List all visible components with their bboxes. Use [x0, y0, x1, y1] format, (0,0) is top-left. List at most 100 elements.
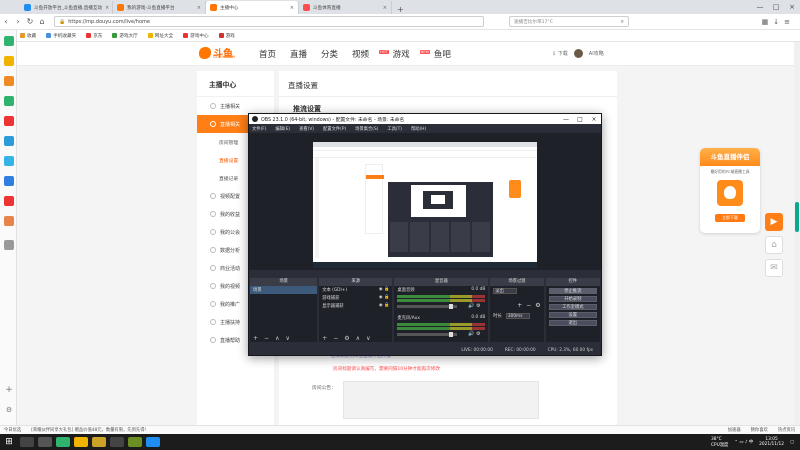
feedback-icon[interactable]: ✉ — [765, 259, 783, 277]
obs-menu-item[interactable]: 文件(F) — [252, 126, 266, 132]
bookmark-item[interactable]: 京东 — [86, 33, 102, 39]
download-icon[interactable]: ↓ — [773, 18, 779, 26]
app-icon[interactable] — [146, 437, 160, 447]
bookmark-item[interactable]: 手机收藏夹 — [46, 33, 76, 39]
duration-input[interactable]: 300ms — [505, 313, 530, 319]
play-icon[interactable]: ▶ — [765, 213, 783, 231]
tab-0[interactable]: 斗鱼开放平台_斗鱼直播,直播互动 × — [20, 1, 113, 14]
up-icon[interactable]: ∧ — [275, 335, 279, 342]
extension-icon[interactable]: ▦ — [762, 18, 769, 26]
remove-icon[interactable]: − — [333, 335, 338, 342]
source-item[interactable]: 显示器捕获 ◉ 🔒 — [319, 302, 392, 310]
volume-slider[interactable] — [397, 331, 458, 337]
sidebar-add-icon[interactable]: + — [4, 385, 14, 395]
clock[interactable]: 13:05 2021/11/12 — [759, 437, 784, 447]
promo-download-button[interactable]: 立即下载 — [715, 214, 745, 222]
nav-video[interactable]: 视频 HOT — [352, 48, 389, 60]
start-recording-button[interactable]: 开始录制 — [548, 296, 597, 302]
sidebar-app-icon[interactable] — [4, 76, 14, 86]
gear-icon[interactable]: ⚙ — [344, 335, 349, 342]
obs-menu-item[interactable]: 配置文件(P) — [323, 126, 346, 132]
home-icon[interactable]: ⌂ — [36, 17, 48, 26]
sidebar-settings-icon[interactable]: ⚙ — [4, 405, 14, 415]
folder-app-icon[interactable] — [74, 437, 88, 447]
minimize-icon[interactable]: — — [559, 116, 573, 123]
volume-slider[interactable] — [397, 303, 458, 309]
maximize-icon[interactable]: □ — [768, 3, 784, 11]
sidebar-app-icon[interactable] — [4, 116, 14, 126]
close-icon[interactable]: × — [290, 5, 294, 11]
bookmark-item[interactable]: 网址大全 — [147, 33, 173, 39]
notification-icon[interactable]: ▢ — [790, 440, 794, 445]
nav-live[interactable]: 直播 — [290, 48, 307, 60]
close-window-icon[interactable]: × — [784, 3, 800, 11]
down-icon[interactable]: ∨ — [366, 335, 370, 342]
page-scrollbar[interactable] — [794, 42, 800, 425]
nav-fishbar[interactable]: 鱼吧 — [434, 48, 451, 60]
app-icon[interactable] — [128, 437, 142, 447]
douyu-logo[interactable]: 斗鱼 DOUYU.COM — [199, 45, 235, 60]
remove-icon[interactable]: − — [264, 335, 269, 342]
maximize-icon[interactable]: □ — [573, 116, 587, 123]
download-link[interactable]: ⇩ 下载 — [552, 50, 568, 57]
status-left[interactable]: 今日优选 — [4, 427, 21, 433]
visibility-icon[interactable]: ◉ 🔒 — [379, 303, 389, 309]
stop-streaming-button[interactable]: 停止推流 — [548, 288, 597, 294]
close-icon[interactable]: × — [587, 116, 601, 123]
bookmark-item[interactable]: 游戏中心 — [183, 33, 209, 39]
avatar[interactable] — [573, 49, 583, 58]
transition-select[interactable]: 淡出 — [493, 288, 518, 294]
close-icon[interactable]: × — [383, 5, 387, 11]
tab-1[interactable]: 我的游戏-斗鱼直播平台 × — [113, 1, 206, 14]
back-icon[interactable]: ‹ — [0, 17, 12, 26]
sidebar-star-icon[interactable] — [4, 56, 14, 66]
status-link[interactable]: 猜你喜欢 — [751, 427, 768, 433]
tray-icons[interactable]: ⌃ ▭ ♪ 中 — [734, 439, 753, 445]
exit-button[interactable]: 退出 — [548, 320, 597, 326]
visibility-icon[interactable]: ◉ 🔒 — [379, 287, 389, 293]
task-view-icon[interactable] — [38, 437, 52, 447]
app-icon[interactable] — [92, 437, 106, 447]
username[interactable]: AI攻略 — [589, 50, 604, 57]
refresh-icon[interactable]: ↻ — [24, 17, 36, 26]
search-input[interactable]: 速播吉比尔带17°C ⌕ — [509, 16, 629, 27]
add-icon[interactable]: + — [253, 335, 258, 342]
remove-icon[interactable]: − — [526, 302, 531, 309]
sidebar-app-icon[interactable] — [4, 196, 14, 206]
new-tab-button[interactable]: + — [392, 5, 409, 14]
home-icon[interactable]: ⌂ — [765, 236, 783, 254]
down-icon[interactable]: ∨ — [285, 335, 289, 342]
news-ticker[interactable]: [荣耀伙伴同享大礼包] 赠品价值48元，数量有限，先到先得! — [31, 427, 146, 433]
sidebar-app-icon[interactable] — [4, 96, 14, 106]
minimize-icon[interactable]: — — [752, 3, 768, 11]
sidebar-app-icon[interactable] — [4, 156, 14, 166]
forward-icon[interactable]: › — [12, 17, 24, 26]
visibility-icon[interactable]: ◉ 🔒 — [379, 295, 389, 301]
scene-item[interactable]: 场景 — [250, 286, 318, 294]
sidebar-app-icon[interactable] — [4, 240, 14, 250]
bookmark-item[interactable]: 收藏 — [20, 33, 36, 39]
obs-menu-item[interactable]: 查看(V) — [299, 126, 314, 132]
up-icon[interactable]: ∧ — [356, 335, 360, 342]
obs-menu-item[interactable]: 帮助(H) — [411, 126, 426, 132]
promo-card[interactable]: 斗鱼直播伴侣 最好用的PC端直播工具 立即下载 — [700, 148, 760, 233]
close-icon[interactable]: × — [105, 5, 109, 11]
obs-app-icon[interactable] — [110, 437, 124, 447]
sidebar-app-icon[interactable] — [4, 36, 14, 46]
speaker-icon[interactable]: 🔊 ⚙ — [468, 331, 480, 337]
speaker-icon[interactable]: 🔊 ⚙ — [468, 303, 480, 309]
sidebar-app-icon[interactable] — [4, 136, 14, 146]
sidebar-app-icon[interactable] — [4, 216, 14, 226]
menu-icon[interactable]: ≡ — [784, 18, 790, 26]
source-item[interactable]: 文本 (GDI+) ◉ 🔒 — [319, 286, 392, 294]
notice-textarea[interactable] — [343, 381, 539, 419]
status-link[interactable]: 热点资讯 — [778, 427, 795, 433]
tab-2[interactable]: 主播中心 × — [206, 1, 299, 14]
windows-start-icon[interactable]: ⊞ — [0, 437, 18, 447]
obs-menu-item[interactable]: 编辑(E) — [275, 126, 290, 132]
search-icon[interactable]: ⌕ — [621, 18, 624, 26]
obs-menu-item[interactable]: 场景集合(S) — [355, 126, 378, 132]
sidebar-app-icon[interactable] — [4, 176, 14, 186]
tab-3[interactable]: 斗鱼体育直播 × — [299, 1, 392, 14]
browser-app-icon[interactable] — [56, 437, 70, 447]
